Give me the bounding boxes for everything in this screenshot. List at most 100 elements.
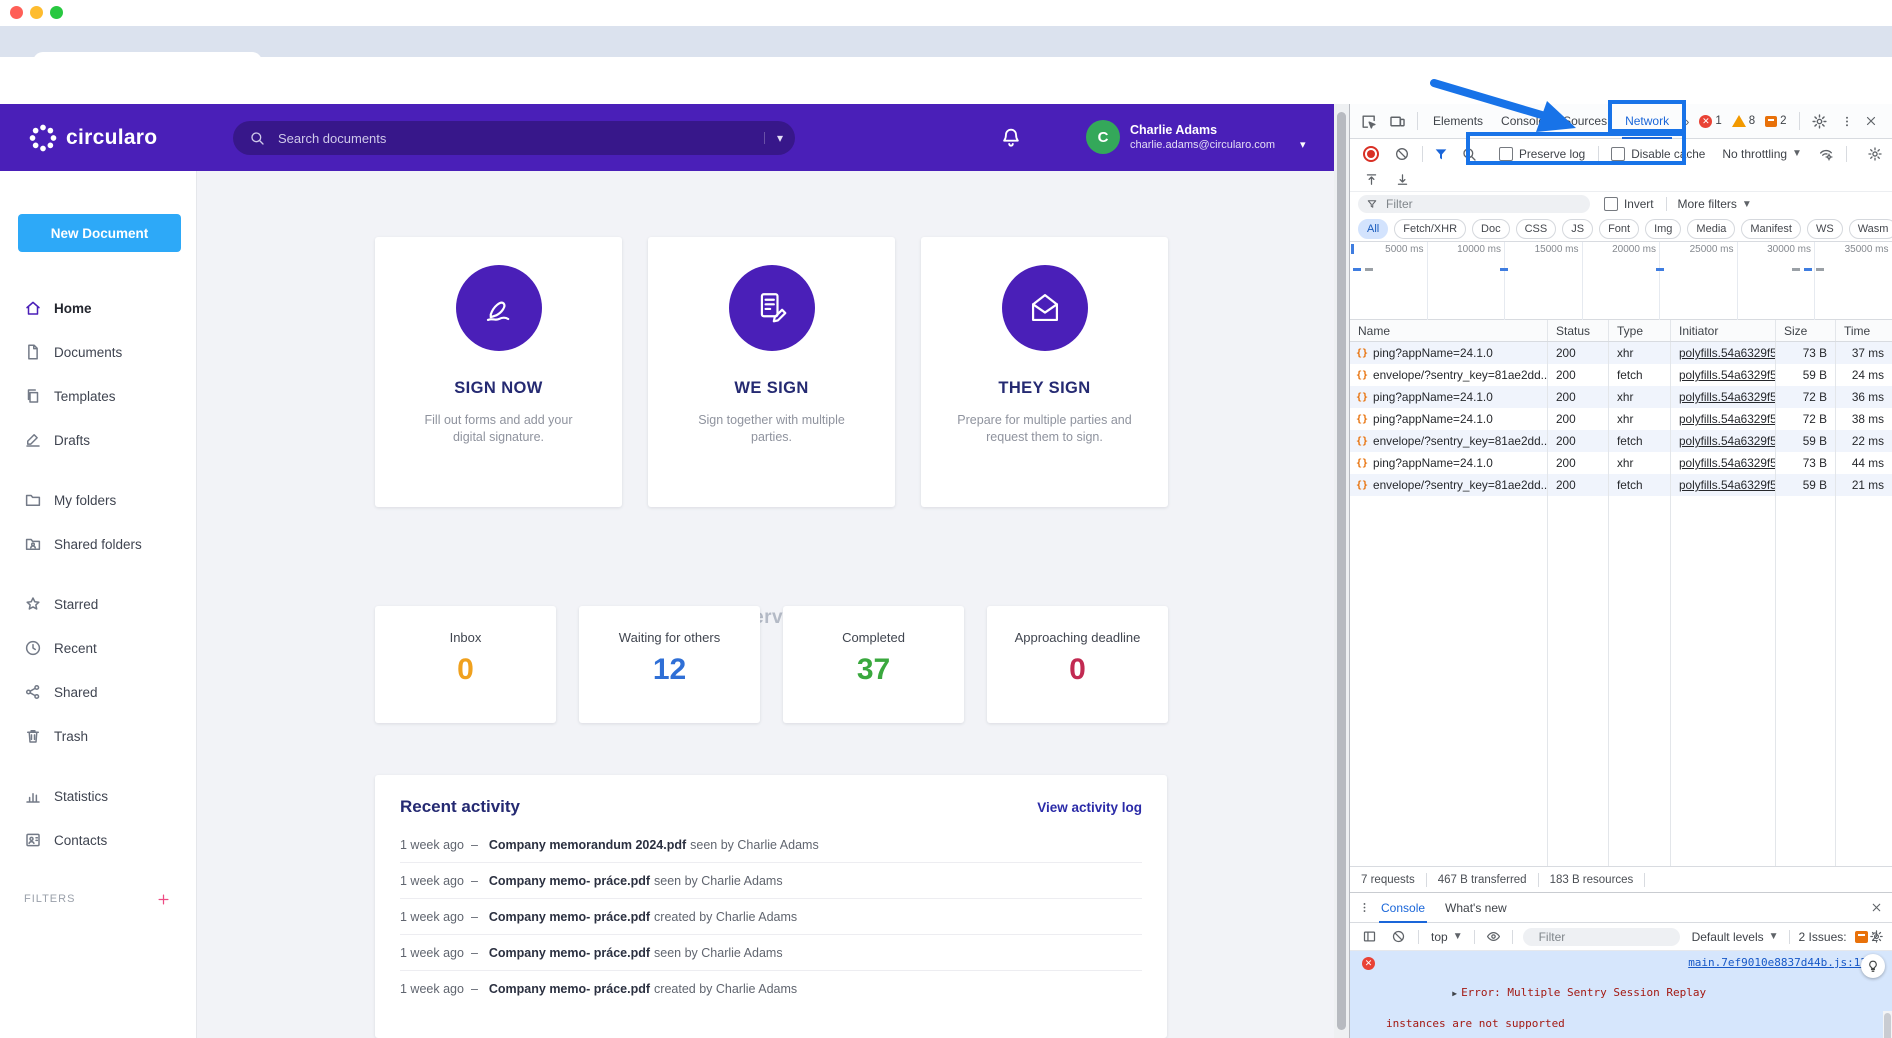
network-request-row[interactable]: {}ping?appName=24.1.0 200 xhr polyfills.… [1350, 408, 1892, 430]
sidebar-item[interactable]: My folders [0, 478, 197, 522]
network-request-row[interactable]: {}ping?appName=24.1.0 200 xhr polyfills.… [1350, 452, 1892, 474]
sidebar-item[interactable]: Drafts [0, 418, 197, 462]
drawer-menu-icon[interactable] [1358, 900, 1371, 915]
clear-console-icon[interactable] [1391, 929, 1406, 944]
devtools-settings-icon[interactable] [1811, 113, 1828, 130]
request-initiator[interactable]: polyfills.54a6329f5 [1679, 346, 1776, 360]
network-settings-icon[interactable] [1867, 146, 1883, 162]
clear-network-log-icon[interactable] [1394, 146, 1410, 162]
ai-insight-button[interactable] [1861, 954, 1885, 978]
preserve-log-checkbox[interactable] [1499, 147, 1513, 161]
context-select[interactable]: top [1431, 930, 1448, 944]
request-type-chip[interactable]: JS [1562, 219, 1593, 239]
network-column-header[interactable]: Size [1776, 320, 1836, 341]
request-initiator[interactable]: polyfills.54a6329f5 [1679, 478, 1776, 492]
network-column-header[interactable]: Name [1350, 320, 1548, 341]
sidebar-item[interactable]: Documents [0, 330, 197, 374]
action-card[interactable]: THEY SIGN Prepare for multiple parties a… [921, 237, 1168, 507]
more-filters-button[interactable]: More filters [1678, 197, 1737, 211]
request-initiator[interactable]: polyfills.54a6329f5 [1679, 390, 1776, 404]
console-sidebar-icon[interactable] [1362, 929, 1377, 944]
timeline-handle[interactable] [1351, 244, 1354, 254]
network-request-row[interactable]: {}envelope/?sentry_key=81ae2dd... 200 fe… [1350, 474, 1892, 496]
request-type-chip[interactable]: Manifest [1741, 219, 1801, 239]
activity-row[interactable]: 1 week ago – Company memorandum 2024.pdf… [400, 827, 1142, 862]
preserve-log-label[interactable]: Preserve log [1519, 147, 1585, 161]
traffic-light-close[interactable] [10, 6, 23, 19]
activity-row[interactable]: 1 week ago – Company memo- práce.pdf cre… [400, 898, 1142, 934]
network-request-row[interactable]: {}ping?appName=24.1.0 200 xhr polyfills.… [1350, 386, 1892, 408]
network-timeline-overview[interactable]: 5000 ms 10000 ms 15000 ms 20000 ms 25000… [1350, 242, 1892, 320]
user-menu[interactable]: C Charlie Adams charlie.adams@circularo.… [1086, 120, 1275, 154]
action-card[interactable]: WE SIGN Sign together with multiple part… [648, 237, 895, 507]
throttling-select[interactable]: No throttling [1722, 147, 1787, 161]
request-initiator[interactable]: polyfills.54a6329f5 [1679, 434, 1776, 448]
sidebar-item[interactable]: Home [0, 286, 197, 330]
network-column-header[interactable]: Type [1609, 320, 1671, 341]
warning-badge[interactable]: 8 [1732, 115, 1755, 127]
request-type-chip[interactable]: Img [1645, 219, 1681, 239]
activity-row[interactable]: 1 week ago – Company memo- práce.pdf see… [400, 862, 1142, 898]
network-filter-input[interactable] [1358, 195, 1590, 213]
request-initiator[interactable]: polyfills.54a6329f5 [1679, 412, 1776, 426]
network-column-header[interactable]: Time [1836, 320, 1892, 341]
stat-card[interactable]: Inbox 0 [375, 606, 556, 723]
more-tabs-icon[interactable]: » [1682, 114, 1689, 129]
request-type-chip[interactable]: All [1358, 219, 1388, 239]
request-type-chip[interactable]: Media [1687, 219, 1735, 239]
disable-cache-label[interactable]: Disable cache [1631, 147, 1705, 161]
invert-checkbox[interactable] [1604, 197, 1618, 211]
network-request-row[interactable]: {}envelope/?sentry_key=81ae2dd... 200 fe… [1350, 430, 1892, 452]
disable-cache-checkbox[interactable] [1611, 147, 1625, 161]
inspect-element-icon[interactable] [1360, 113, 1377, 130]
console-filter-input[interactable] [1523, 928, 1680, 946]
request-initiator[interactable]: polyfills.54a6329f5 [1679, 368, 1776, 382]
app-search-bar[interactable]: ▾ [233, 121, 795, 155]
device-toolbar-icon[interactable] [1389, 113, 1406, 130]
activity-row[interactable]: 1 week ago – Company memo- práce.pdf see… [400, 934, 1142, 970]
network-column-header[interactable]: Status [1548, 320, 1609, 341]
issues-count-label[interactable]: 2 Issues: [1799, 930, 1847, 944]
issues-badge[interactable]: 2 [1765, 115, 1786, 127]
devtools-tab[interactable]: Sources [1554, 104, 1616, 139]
export-har-icon[interactable] [1395, 172, 1410, 187]
stat-card[interactable]: Approaching deadline 0 [987, 606, 1168, 723]
sidebar-item[interactable]: Recent [0, 626, 197, 670]
devtools-menu-icon[interactable] [1840, 113, 1854, 130]
import-har-icon[interactable] [1364, 172, 1379, 187]
network-search-icon[interactable] [1461, 146, 1477, 162]
drawer-close-icon[interactable] [1870, 901, 1883, 914]
sidebar-item[interactable]: Trash [0, 714, 197, 758]
search-input[interactable] [276, 130, 764, 147]
error-badge[interactable]: ✕ 1 [1699, 115, 1721, 128]
request-type-chip[interactable]: Wasm [1849, 219, 1892, 239]
sidebar-item[interactable]: Statistics [0, 774, 197, 818]
console-settings-icon[interactable] [1869, 929, 1884, 944]
error-source-link[interactable]: main.7ef9010e8837d44b.js:12 [1688, 955, 1867, 970]
request-initiator[interactable]: polyfills.54a6329f5 [1679, 456, 1776, 470]
request-type-chip[interactable]: Doc [1472, 219, 1510, 239]
stat-card[interactable]: Completed 37 [783, 606, 964, 723]
search-scope-caret-icon[interactable]: ▾ [764, 132, 783, 144]
filter-toggle-icon[interactable] [1433, 146, 1449, 162]
network-request-row[interactable]: {}envelope/?sentry_key=81ae2dd... 200 fe… [1350, 364, 1892, 386]
invert-label[interactable]: Invert [1624, 197, 1654, 211]
activity-row[interactable]: 1 week ago – Company memo- práce.pdf cre… [400, 970, 1142, 1006]
drawer-tab[interactable]: Console [1371, 893, 1435, 923]
action-card[interactable]: SIGN NOW Fill out forms and add your dig… [375, 237, 622, 507]
log-levels-select[interactable]: Default levels [1692, 930, 1764, 944]
new-document-button[interactable]: New Document [18, 214, 181, 252]
sidebar-item[interactable]: Contacts [0, 818, 197, 862]
devtools-tab[interactable]: Elements [1424, 104, 1492, 139]
console-error-message[interactable]: ✕ ▶Error: Multiple Sentry Session Replay… [1350, 951, 1892, 1038]
user-menu-caret-icon[interactable]: ▾ [1300, 138, 1306, 151]
sidebar-item[interactable]: Templates [0, 374, 197, 418]
request-type-chip[interactable]: WS [1807, 219, 1843, 239]
network-column-header[interactable]: Initiator [1671, 320, 1776, 341]
network-request-row[interactable]: {}ping?appName=24.1.0 200 xhr polyfills.… [1350, 342, 1892, 364]
request-type-chip[interactable]: Fetch/XHR [1394, 219, 1466, 239]
sidebar-item[interactable]: Shared folders [0, 522, 197, 566]
add-filter-icon[interactable] [156, 892, 171, 907]
console-scrollbar[interactable] [1883, 1011, 1892, 1038]
app-logo[interactable]: circularo [26, 121, 157, 155]
